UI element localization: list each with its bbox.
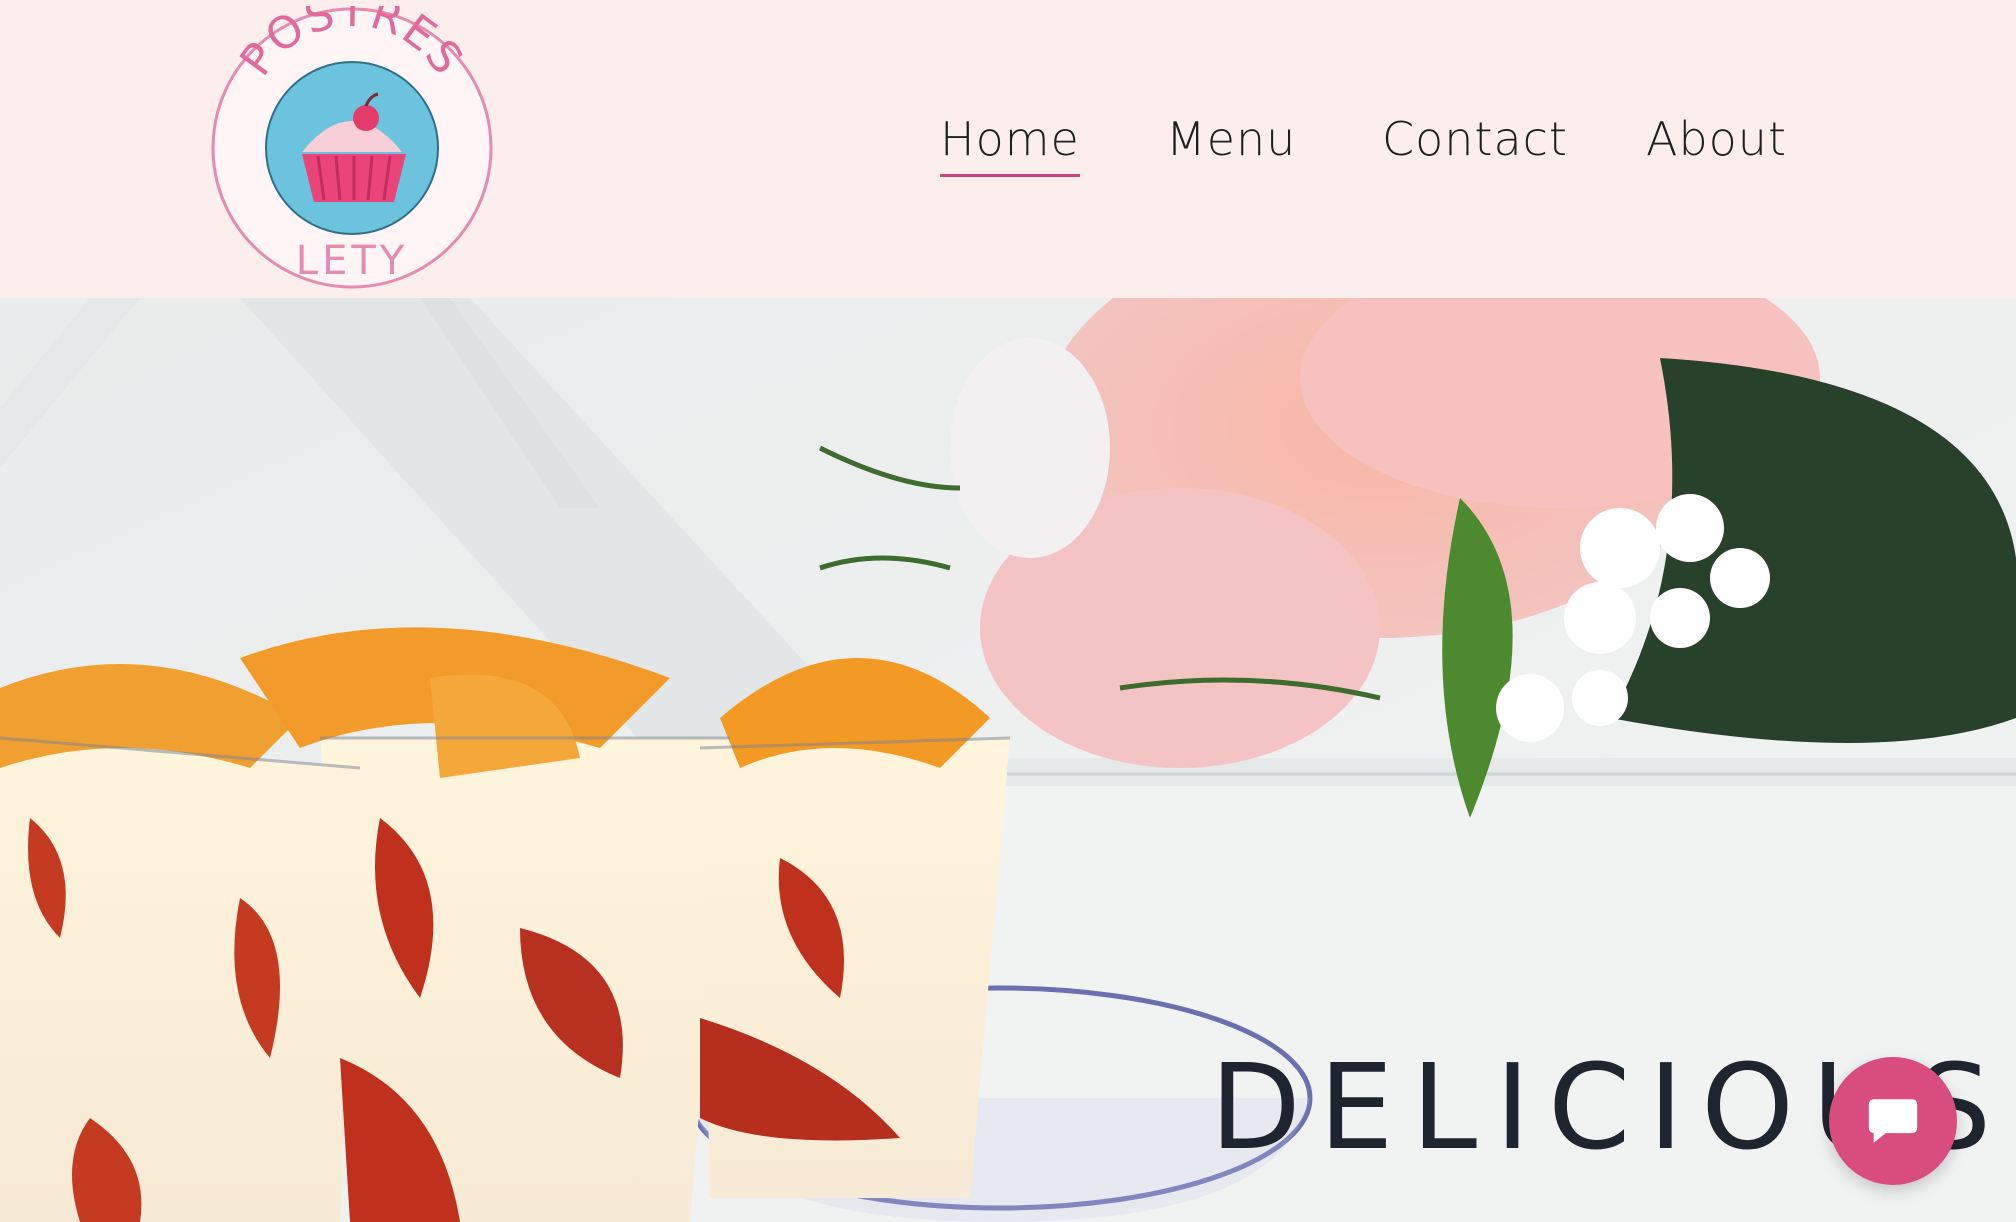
chat-bubble-icon (1868, 1099, 1918, 1143)
nav-home[interactable]: Home (940, 112, 1080, 177)
logo-bottom-text: LETY (296, 238, 408, 284)
chat-button[interactable] (1829, 1057, 1957, 1185)
logo-graphic: POSTRES LETY (211, 6, 493, 289)
nav-menu[interactable]: Menu (1166, 112, 1296, 174)
nav-contact[interactable]: Contact (1382, 112, 1568, 174)
site-header: POSTRES LETY Home Menu Contact About (0, 0, 2016, 298)
hero-image: DELICIOUS! (0, 298, 2016, 1222)
brand-logo[interactable]: POSTRES LETY (210, 6, 494, 290)
nav-about[interactable]: About (1646, 112, 1787, 174)
